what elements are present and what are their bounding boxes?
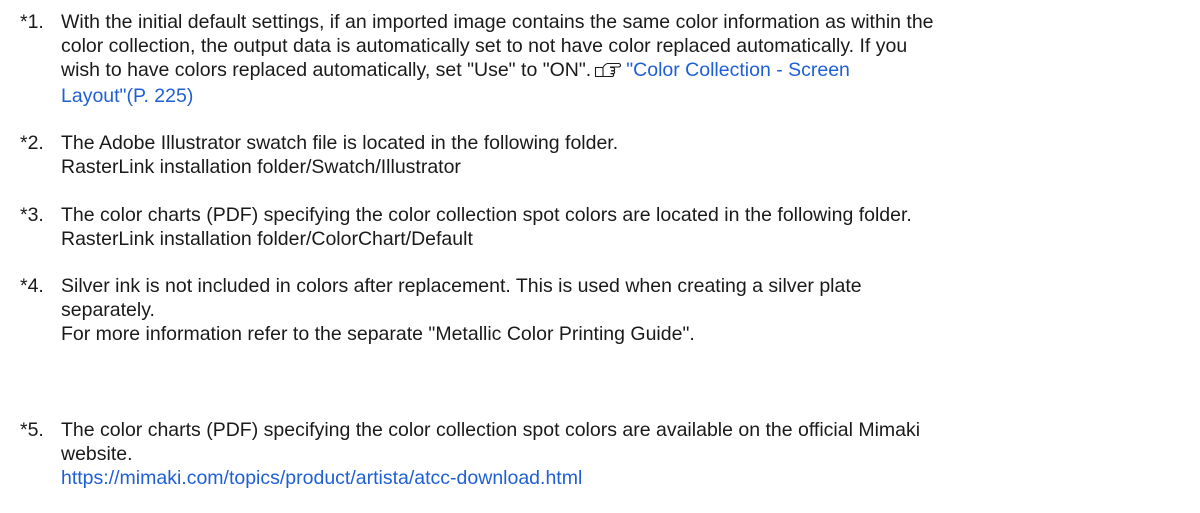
color-collection-screen-layout-link[interactable]: "Color Collection - Screen [626,59,850,81]
footnote-1: *1. With the initial default settings, i… [20,10,1190,108]
footnote-text-line: The color charts (PDF) specifying the co… [61,204,912,226]
color-collection-screen-layout-link-continued[interactable]: Layout"(P. 225) [61,84,1190,108]
footnote-3: *3. The color charts (PDF) specifying th… [20,203,1190,251]
folder-path: RasterLink installation folder/ColorChar… [61,228,473,250]
footnote-text-line: color collection, the output data is aut… [61,35,908,57]
footnote-text-line: separately. [61,299,155,321]
footnote-4: *4. Silver ink is not included in colors… [20,274,1190,346]
footnote-marker: *5. [20,419,44,441]
footnote-text-line-with-ref: wish to have colors replaced automatical… [61,58,1190,84]
footnote-text-line: wish to have colors replaced automatical… [61,59,592,81]
footnote-marker: *1. [20,11,44,33]
footnote-text-line: Silver ink is not included in colors aft… [61,275,862,297]
footnote-marker: *3. [20,204,44,226]
footnote-marker: *4. [20,275,44,297]
folder-path: RasterLink installation folder/Swatch/Il… [61,156,461,178]
footnote-text-line: The Adobe Illustrator swatch file is loc… [61,132,619,154]
footnote-text-line: website. [61,443,133,465]
footnote-marker: *2. [20,132,44,154]
atcc-download-url-link[interactable]: https://mimaki.com/topics/product/artist… [61,466,1190,490]
footnote-text-line: With the initial default settings, if an… [61,11,934,33]
pointing-hand-reference-icon [594,60,622,84]
footnote-text-line: The color charts (PDF) specifying the co… [61,419,921,441]
footnote-2: *2. The Adobe Illustrator swatch file is… [20,131,1190,179]
footnote-5: *5. The color charts (PDF) specifying th… [20,418,1190,490]
footnote-text-line: For more information refer to the separa… [61,323,695,345]
footnotes-section: *1. With the initial default settings, i… [0,0,1200,513]
